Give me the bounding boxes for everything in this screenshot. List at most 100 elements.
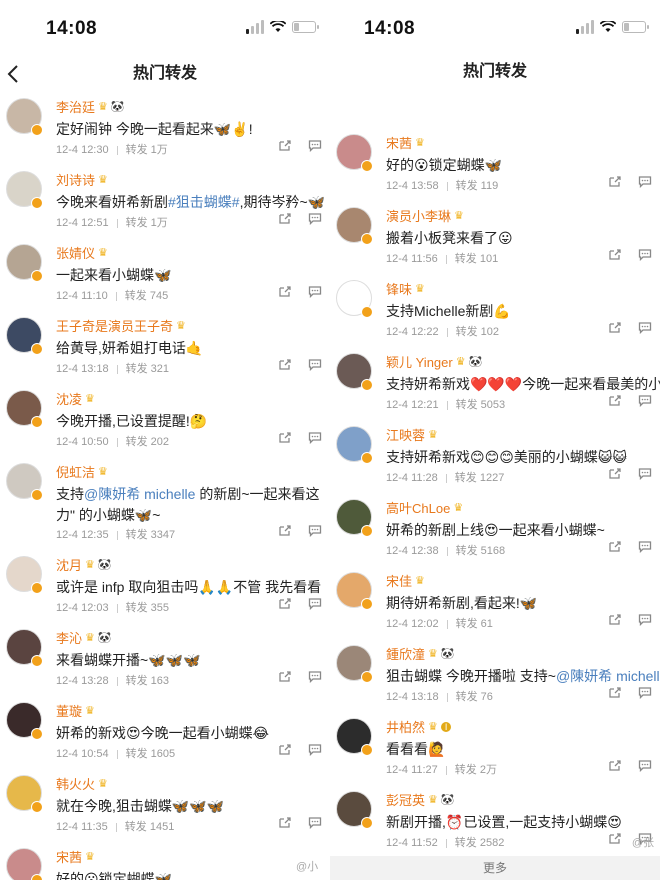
verified-badge-icon	[31, 874, 43, 880]
comment-icon[interactable]	[308, 670, 322, 684]
share-icon[interactable]	[278, 524, 292, 537]
comment-icon[interactable]	[308, 597, 322, 611]
repost-count: 转发 5053	[455, 399, 506, 411]
share-icon[interactable]	[608, 686, 622, 699]
left-screenshot: 14:08 热门转发 李治廷 ♛ 🐼 定好闹钟 今晚一起看起来🦋✌️! 12-4 12:…	[0, 0, 330, 880]
repost-text: 支持Michelle新剧💪	[386, 301, 660, 321]
share-icon[interactable]	[278, 816, 292, 829]
mention-link[interactable]: #狙击蝴蝶#	[168, 194, 240, 210]
repost-item[interactable]: 李沁 ♛ 🐼 来看蝴蝶开播~🦋🦋🦋 12-4 13:28 转发 163	[0, 623, 330, 696]
share-icon[interactable]	[278, 431, 292, 444]
share-icon[interactable]	[608, 613, 622, 626]
user-name[interactable]: 刘诗诗	[56, 170, 95, 189]
repost-item[interactable]: 彭冠英 ♛ 🐼 新剧开播,⏰已设置,一起支持小蝴蝶😍 12-4 11:52 转发 2582	[330, 785, 660, 858]
share-icon[interactable]	[278, 139, 292, 152]
share-icon[interactable]	[608, 175, 622, 188]
user-name[interactable]: 王子奇是演员王子奇	[56, 316, 173, 335]
user-name[interactable]: 沈月	[56, 555, 82, 574]
crown-icon: ♛	[415, 137, 425, 149]
repost-item[interactable]: 沈月 ♛ 🐼 或许是 infp 取向狙击吗🙏🙏不管 我先看看 12-4 12:03 转发 …	[0, 550, 330, 623]
repost-text: 来看蝴蝶开播~🦋🦋🦋	[56, 650, 330, 670]
share-icon[interactable]	[278, 212, 292, 225]
comment-icon[interactable]	[308, 358, 322, 372]
user-name[interactable]: 韩火火	[56, 774, 95, 793]
user-name[interactable]: 李沁	[56, 628, 82, 647]
share-icon[interactable]	[278, 597, 292, 610]
repost-item[interactable]: 井柏然 ♛ I 看看看🙋 12-4 11:27 转发 2万	[330, 712, 660, 785]
comment-icon[interactable]	[638, 613, 652, 627]
crown-icon: ♛	[85, 851, 95, 863]
user-name[interactable]: 锋味	[386, 279, 412, 298]
user-name[interactable]: 董璇	[56, 701, 82, 720]
share-icon[interactable]	[278, 358, 292, 371]
share-icon[interactable]	[608, 467, 622, 480]
repost-item[interactable]: 鍾欣潼 ♛ 🐼 狙击蝴蝶 今晚开播啦 支持~@陳妍希 michelle 12-4 13:…	[330, 639, 660, 712]
share-icon[interactable]	[278, 285, 292, 298]
comment-icon[interactable]	[638, 759, 652, 773]
name-line: 宋茜 ♛	[56, 847, 95, 866]
user-name[interactable]: 江映蓉	[386, 425, 425, 444]
repost-item[interactable]: 江映蓉 ♛ 支持妍希新戏😊😊😊美丽的小蝴蝶😺😺 12-4 11:28 转发 1227	[330, 420, 660, 493]
crown-icon: ♛	[415, 575, 425, 587]
share-icon[interactable]	[608, 394, 622, 407]
comment-icon[interactable]	[308, 285, 322, 299]
repost-item[interactable]: 张婧仪 ♛ 一起来看小蝴蝶🦋 12-4 11:10 转发 745	[0, 238, 330, 311]
load-more-button[interactable]: 更多	[330, 856, 660, 880]
share-icon[interactable]	[608, 759, 622, 772]
comment-icon[interactable]	[638, 394, 652, 408]
share-icon[interactable]	[608, 248, 622, 261]
user-name[interactable]: 张婧仪	[56, 243, 95, 262]
comment-icon[interactable]	[308, 743, 322, 757]
repost-item[interactable]: 沈凌 ♛ 今晚开播,已设置提醒!🤔 12-4 10:50 转发 202	[0, 384, 330, 457]
text-segment: 就在今晚,狙击蝴蝶🦋🦋🦋	[56, 798, 225, 814]
comment-icon[interactable]	[638, 321, 652, 335]
user-name[interactable]: 演员小李琳	[386, 206, 451, 225]
comment-icon[interactable]	[638, 686, 652, 700]
repost-item[interactable]: 倪虹洁 ♛ 支持@陳妍希 michelle 的新剧~一起来看这 力" 的小蝴蝶🦋~ 12…	[0, 457, 330, 541]
user-name[interactable]: 宋茜	[56, 847, 82, 866]
user-name[interactable]: 沈凌	[56, 389, 82, 408]
share-icon[interactable]	[608, 321, 622, 334]
repost-count: 转发 1万	[125, 217, 168, 229]
comment-icon[interactable]	[638, 467, 652, 481]
comment-icon[interactable]	[308, 524, 322, 538]
repost-count: 转发 355	[125, 602, 170, 614]
comment-icon[interactable]	[308, 139, 322, 153]
repost-item[interactable]: 高叶ChLoe ♛ 妍希的新剧上线😍一起来看小蝴蝶~ 12-4 12:38 转发 516…	[330, 493, 660, 566]
comment-icon[interactable]	[638, 175, 652, 189]
user-name[interactable]: 宋茜	[386, 133, 412, 152]
share-icon[interactable]	[608, 832, 622, 845]
repost-item[interactable]: 王子奇是演员王子奇 ♛ 给黄导,妍希姐打电话🤙 12-4 13:18 转发 321	[0, 311, 330, 384]
back-arrow-icon[interactable]	[6, 64, 22, 84]
repost-item[interactable]: 韩火火 ♛ 就在今晚,狙击蝴蝶🦋🦋🦋 12-4 11:35 转发 1451	[0, 769, 330, 842]
comment-icon[interactable]	[308, 212, 322, 226]
mention-link[interactable]: @陳妍希 michelle	[556, 668, 660, 684]
repost-item[interactable]: 刘诗诗 ♛ 今晚来看妍希新剧#狙击蝴蝶#,期待岑矜~🦋 12-4 12:51 转发 1万	[0, 165, 330, 238]
user-name[interactable]: 颖儿 Yinger	[386, 352, 453, 371]
comment-icon[interactable]	[638, 540, 652, 554]
share-icon[interactable]	[608, 540, 622, 553]
repost-item[interactable]: 董璇 ♛ 妍希的新戏😍今晚一起看小蝴蝶😂 12-4 10:54 转发 1605	[0, 696, 330, 769]
user-name[interactable]: 高叶ChLoe	[386, 498, 450, 517]
comment-icon[interactable]	[638, 248, 652, 262]
user-name[interactable]: 宋佳	[386, 571, 412, 590]
repost-item[interactable]: 颖儿 Yinger ♛ 🐼 支持妍希新戏❤️❤️❤️今晚一起来看最美的小蝴 12-4 1…	[330, 347, 660, 420]
repost-item[interactable]: 宋茜 ♛ 好的😮锁定蝴蝶🦋	[0, 842, 330, 880]
comment-icon[interactable]	[308, 816, 322, 830]
repost-item[interactable]: 演员小李琳 ♛ 搬着小板凳来看了😛 12-4 11:56 转发 101	[330, 201, 660, 274]
nav-bar: 热门转发	[330, 54, 660, 90]
repost-count: 转发 321	[125, 363, 170, 375]
user-name[interactable]: 倪虹洁	[56, 462, 95, 481]
share-icon[interactable]	[278, 670, 292, 683]
user-name[interactable]: 彭冠英	[386, 790, 425, 809]
user-name[interactable]: 鍾欣潼	[386, 644, 425, 663]
user-name[interactable]: 李治廷	[56, 97, 95, 116]
share-icon[interactable]	[278, 743, 292, 756]
repost-item[interactable]: 宋茜 ♛ 好的😮锁定蝴蝶🦋 12-4 13:58 转发 119	[330, 128, 660, 201]
repost-item[interactable]: 锋味 ♛ 支持Michelle新剧💪 12-4 12:22 转发 102	[330, 274, 660, 347]
mention-link[interactable]: @陳妍希 michelle	[84, 486, 195, 502]
repost-item[interactable]: 李治廷 ♛ 🐼 定好闹钟 今晚一起看起来🦋✌️! 12-4 12:30 转发 1万	[0, 92, 330, 165]
user-name[interactable]: 井柏然	[386, 717, 425, 736]
repost-item[interactable]: 宋佳 ♛ 期待妍希新剧,看起来!🦋 12-4 12:02 转发 61	[330, 566, 660, 639]
comment-icon[interactable]	[308, 431, 322, 445]
